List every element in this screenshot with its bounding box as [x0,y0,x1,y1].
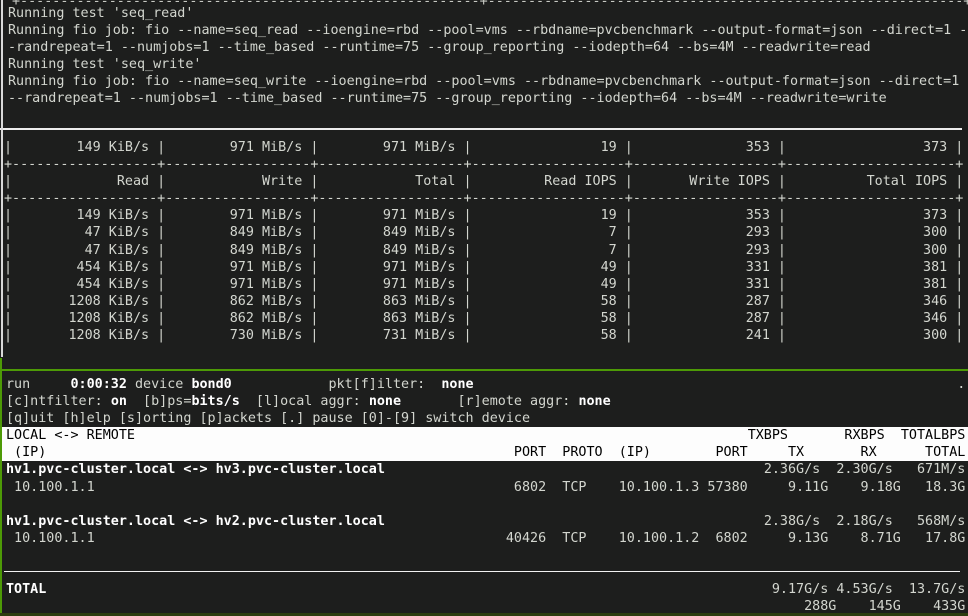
fio-results-table: | 149 KiB/s | 971 MiB/s | 971 MiB/s | 19… [4,139,963,344]
local-remote-header: LOCAL <-> REMOTE [6,428,135,443]
connection-hosts-row: hv1.pvc-cluster.local <-> hv3.pvc-cluste… [6,461,965,478]
device-label: device [127,377,192,392]
connection-detail-row: 10.100.1.1 40426 TCP 10.100.1.2 6802 9.1… [6,530,965,547]
fio-table-line: +------------------+------------------+-… [4,190,963,207]
netmon-status-line-run: run 0:00:32 device bond0 pkt[f]ilter: no… [6,376,965,393]
fio-log-line: Running fio job: fio --name=seq_read --i… [8,22,967,39]
terminal-pane-netmon[interactable]: run 0:00:32 device bond0 pkt[f]ilter: no… [6,376,965,615]
total-separator-rule [4,571,960,572]
bps-value: bits/s [191,394,239,409]
cursor-dot: . [957,376,965,393]
remote-aggr-value: none [578,394,610,409]
pane-divider-horizontal [0,128,962,130]
fio-table-line: | 149 KiB/s | 971 MiB/s | 971 MiB/s | 19… [4,207,963,224]
fio-table-line: | 149 KiB/s | 971 MiB/s | 971 MiB/s | 19… [4,139,963,156]
netmon-keybar: [q]uit [h]elp [s]orting [p]ackets [.] pa… [6,410,965,427]
connection-rates: 2.38G/s 2.18G/s 568M/s [764,513,966,530]
cntfilter-label: [c]ntfilter: [6,394,111,409]
remote-aggr-label: [r]emote aggr: [401,394,578,409]
fio-table-line: | 1208 KiB/s | 730 MiB/s | 731 MiB/s | 5… [4,327,963,344]
connection-hosts-row: hv1.pvc-cluster.local <-> hv2.pvc-cluste… [6,513,965,530]
bps-columns-header: TXBPS RXBPS TOTALBPS [748,427,966,444]
blank-line [6,547,965,564]
blank-line [6,564,965,581]
total-label: TOTAL [6,582,46,597]
fio-table-line: | 47 KiB/s | 849 MiB/s | 849 MiB/s | 7 |… [4,224,963,241]
fio-log-line: Running fio job: fio --name=seq_write --… [8,73,967,90]
fio-table-line: +------------------+------------------+-… [4,156,963,173]
total-row: TOTAL 9.17G/s 4.53G/s 13.7G/s [6,581,965,598]
local-aggr-value: none [369,394,401,409]
terminal-window: +---------------------------------------… [0,0,968,616]
pkt-filter-value: none [441,377,473,392]
total-rates: 9.17G/s 4.53G/s 13.7G/s [772,581,965,598]
fio-table-line: | Read | Write | Total | Read IOPS | Wri… [4,173,963,190]
connection-rates: 2.36G/s 2.30G/s 671M/s [764,461,966,478]
inactive-pane-border-left [1,0,3,357]
fio-log-section: +---------------------------------------… [8,5,967,108]
netmon-header-row-2: (IP) PORT PROTO (IP) PORT TX RX TOTAL [2,444,968,461]
device-value: bond0 [191,377,231,392]
cntfilter-value: on [111,394,127,409]
fio-log-line: Running test 'seq_read' [8,5,967,22]
total-volumes: 288G 145G 433G [804,598,965,615]
active-pane-border-top [0,369,968,371]
local-aggr-label: [l]ocal aggr: [240,394,369,409]
blank-line [6,496,965,513]
fio-table-line: | 47 KiB/s | 849 MiB/s | 849 MiB/s | 7 |… [4,242,963,259]
netmon-header-row-1: LOCAL <-> REMOTE TXBPS RXBPS TOTALBPS [2,427,968,444]
uptime-value: 0:00:32 [71,377,127,392]
fio-table-line: | 1208 KiB/s | 862 MiB/s | 863 MiB/s | 5… [4,293,963,310]
connection-detail-row: 10.100.1.1 6802 TCP 10.100.1.3 57380 9.1… [6,479,965,496]
fio-table-line: | 454 KiB/s | 971 MiB/s | 971 MiB/s | 49… [4,276,963,293]
fio-log-line: -randrepeat=1 --numjobs=1 --time_based -… [8,39,967,56]
run-label: run [6,377,71,392]
total-volumes-row: 288G 145G 433G [6,598,965,615]
fio-log-line: --randrepeat=1 --numjobs=1 --time_based … [8,90,967,107]
active-pane-border-left [0,358,2,616]
fio-log-line: Running test 'seq_write' [8,56,967,73]
fio-table-line: | 1208 KiB/s | 862 MiB/s | 863 MiB/s | 5… [4,310,963,327]
bps-label: [b]ps= [127,394,192,409]
connection-hosts: hv1.pvc-cluster.local <-> hv3.pvc-cluste… [6,462,385,477]
netmon-status-line-filters: [c]ntfilter: on [b]ps=bits/s [l]ocal agg… [6,393,965,410]
connection-hosts: hv1.pvc-cluster.local <-> hv2.pvc-cluste… [6,514,385,529]
fio-table-line: | 454 KiB/s | 971 MiB/s | 971 MiB/s | 49… [4,259,963,276]
pkt-filter-label: pkt[f]ilter: [232,377,442,392]
